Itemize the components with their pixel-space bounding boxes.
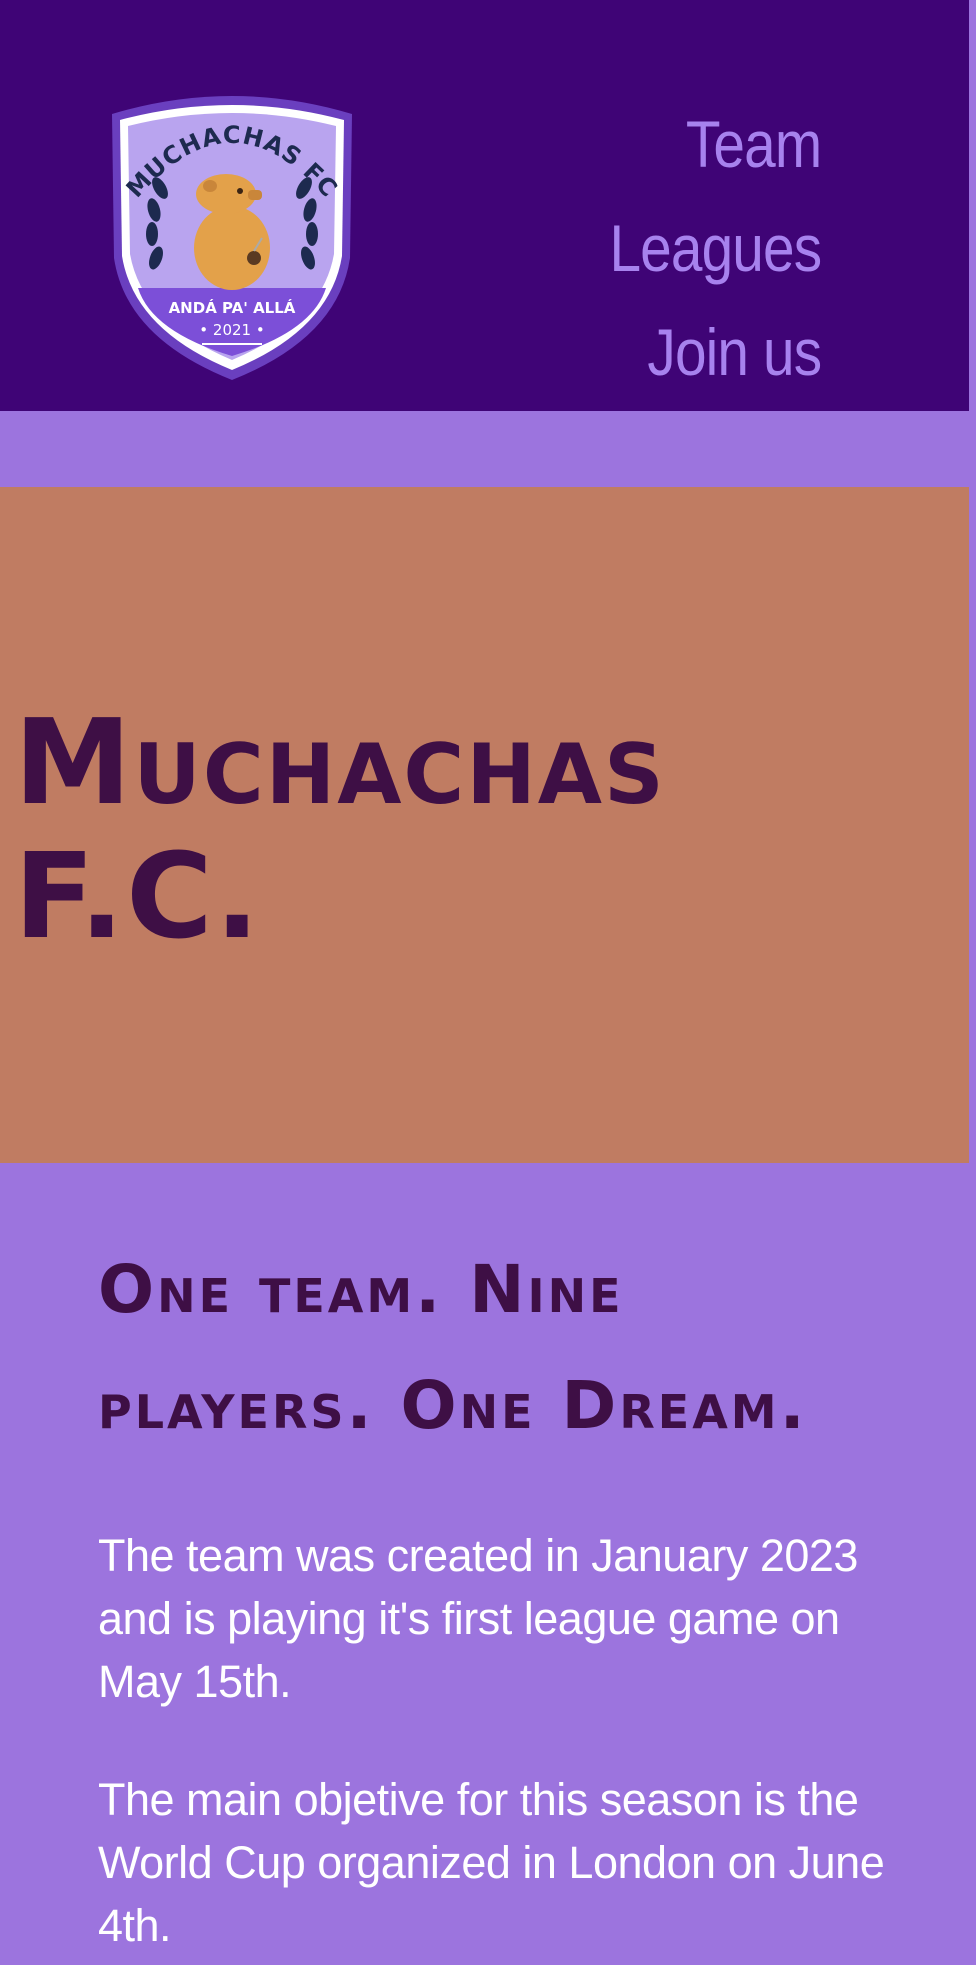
svg-text:ANDÁ PA' ALLÁ: ANDÁ PA' ALLÁ xyxy=(169,298,296,317)
intro-section: One team. Nine players. One Dream. The t… xyxy=(98,1232,888,1957)
nav-link-team[interactable]: Team xyxy=(609,92,822,196)
hero-title: Muchachas F.C. xyxy=(14,693,666,965)
club-logo[interactable]: MUCHACHAS FC ANDÁ PA' ALLÁ • 2021 • xyxy=(98,88,366,386)
capybara-crest-icon: MUCHACHAS FC ANDÁ PA' ALLÁ • 2021 • xyxy=(112,96,352,380)
site-header: MUCHACHAS FC ANDÁ PA' ALLÁ • 2021 • Team… xyxy=(0,0,969,411)
hero-banner: Muchachas F.C. xyxy=(0,487,969,1163)
intro-paragraph: The team was created in January 2023 and… xyxy=(98,1530,858,1707)
objective-paragraph: The main objetive for this season is the… xyxy=(98,1774,885,1951)
nav-link-join-us[interactable]: Join us xyxy=(609,300,822,404)
svg-text:• 2021 •: • 2021 • xyxy=(199,321,264,339)
nav-link-leagues[interactable]: Leagues xyxy=(609,196,822,300)
tagline-heading: One team. Nine players. One Dream. xyxy=(98,1251,808,1444)
main-nav: Team Leagues Join us xyxy=(575,92,822,404)
